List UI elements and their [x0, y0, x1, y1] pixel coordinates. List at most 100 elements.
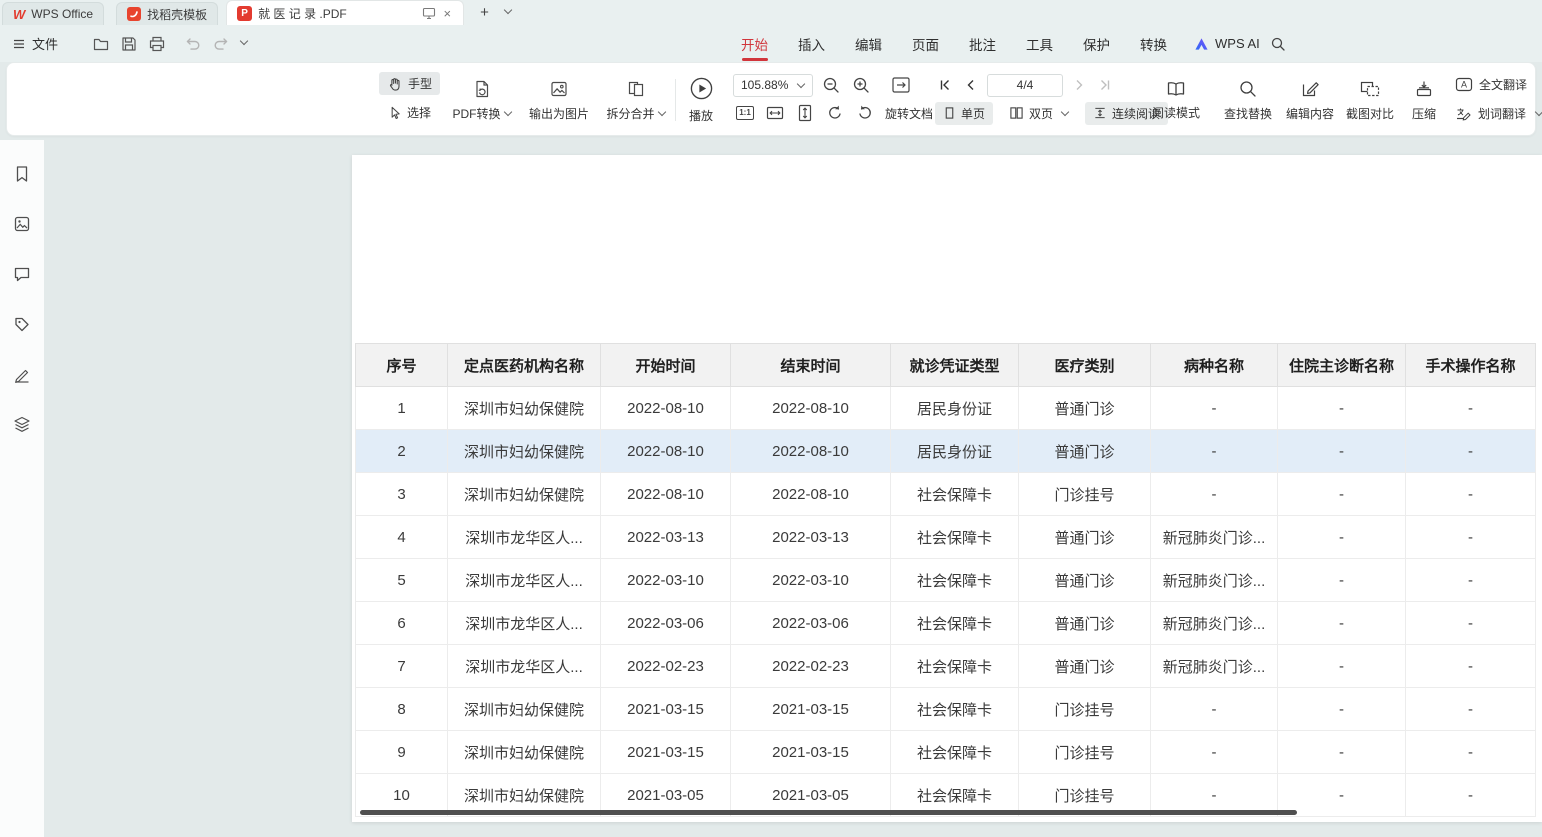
- table-cell: 社会保障卡: [891, 473, 1019, 516]
- full-translation-button[interactable]: A 全文翻译: [1455, 72, 1527, 96]
- table-cell: -: [1278, 516, 1406, 559]
- file-menu-label: 文件: [32, 34, 58, 53]
- table-cell: -: [1406, 387, 1536, 430]
- tab-home[interactable]: 开始: [726, 25, 783, 62]
- table-cell: 2022-08-10: [601, 473, 731, 516]
- wps-ai-button[interactable]: WPS AI: [1194, 25, 1260, 62]
- fit-page-button[interactable]: [793, 101, 817, 125]
- table-cell: 8: [356, 688, 448, 731]
- bookmarks-panel-button[interactable]: [8, 160, 36, 188]
- tab-docer-templates[interactable]: 找稻壳模板: [116, 2, 218, 25]
- wps-ai-label: WPS AI: [1215, 36, 1260, 51]
- fit-width-button[interactable]: [763, 101, 787, 125]
- comments-panel-button[interactable]: [8, 260, 36, 288]
- zoom-out-button[interactable]: [819, 73, 843, 97]
- table-cell: 2022-02-23: [731, 645, 891, 688]
- signature-panel-button[interactable]: [8, 360, 36, 388]
- tags-panel-button[interactable]: [8, 310, 36, 338]
- pdf-convert-button[interactable]: PDF转换: [445, 70, 519, 130]
- table-cell: 2: [356, 430, 448, 473]
- undo-button[interactable]: [180, 31, 206, 57]
- open-file-button[interactable]: [88, 31, 114, 57]
- single-page-button[interactable]: 单页: [935, 102, 993, 125]
- word-translation-button[interactable]: 划词翻译: [1455, 101, 1542, 125]
- tab-edit[interactable]: 编辑: [840, 25, 897, 62]
- rotate-document-button[interactable]: 旋转文档: [883, 102, 935, 125]
- table-cell: 社会保障卡: [891, 688, 1019, 731]
- tab-tools[interactable]: 工具: [1011, 25, 1068, 62]
- layers-panel-button[interactable]: [8, 410, 36, 438]
- table-cell: 2022-03-10: [731, 559, 891, 602]
- monitor-icon[interactable]: [422, 7, 436, 20]
- tab-page[interactable]: 页面: [897, 25, 954, 62]
- last-page-button[interactable]: [1095, 73, 1115, 97]
- thumbnails-panel-button[interactable]: [8, 210, 36, 238]
- screenshot-compare-button[interactable]: 截图对比: [1341, 70, 1399, 130]
- tab-convert[interactable]: 转换: [1125, 25, 1182, 62]
- quick-actions-chevron-icon[interactable]: [240, 38, 248, 46]
- table-cell: -: [1151, 731, 1278, 774]
- full-translation-label: 全文翻译: [1479, 76, 1527, 93]
- select-tool-button[interactable]: 选择: [379, 101, 439, 124]
- tab-protect[interactable]: 保护: [1068, 25, 1125, 62]
- tab-wps-office[interactable]: W WPS Office: [2, 2, 104, 25]
- rotate-left-button[interactable]: [823, 101, 847, 125]
- save-button[interactable]: [116, 31, 142, 57]
- page-number-input[interactable]: 4/4: [987, 74, 1063, 97]
- export-image-button[interactable]: 输出为图片: [519, 70, 599, 130]
- edit-content-button[interactable]: 编辑内容: [1281, 70, 1339, 130]
- last-page-icon: [1098, 78, 1112, 92]
- tab-list-chevron-icon[interactable]: [504, 7, 512, 15]
- zoom-in-button[interactable]: [849, 73, 873, 97]
- tab-document-pdf[interactable]: P 就 医 记 录 .PDF ×: [226, 0, 464, 25]
- table-row: 6深圳市龙华区人...2022-03-062022-03-06社会保障卡普通门诊…: [356, 602, 1536, 645]
- double-page-button[interactable]: 双页: [1001, 102, 1077, 125]
- previous-page-button[interactable]: [961, 73, 981, 97]
- table-body: 1深圳市妇幼保健院2022-08-102022-08-10居民身份证普通门诊--…: [356, 387, 1536, 817]
- play-button[interactable]: 播放: [679, 70, 723, 130]
- screenshot-compare-label: 截图对比: [1346, 105, 1394, 122]
- previous-page-icon: [964, 78, 978, 92]
- split-merge-button[interactable]: 拆分合并: [601, 70, 671, 130]
- export-image-icon: [549, 79, 569, 99]
- reading-mode-button[interactable]: 阅读模式: [1147, 70, 1205, 130]
- table-row: 4深圳市龙华区人...2022-03-132022-03-13社会保障卡普通门诊…: [356, 516, 1536, 559]
- table-cell: 社会保障卡: [891, 602, 1019, 645]
- table-cell: -: [1406, 731, 1536, 774]
- close-tab-icon[interactable]: ×: [442, 7, 454, 20]
- redo-button[interactable]: [208, 31, 234, 57]
- file-menu-button[interactable]: 文件: [0, 25, 70, 62]
- select-tool-label: 选择: [407, 104, 431, 121]
- actual-size-button[interactable]: 1:1: [733, 101, 757, 125]
- horizontal-scrollbar-thumb[interactable]: [360, 810, 1297, 815]
- table-cell: 2022-08-10: [731, 387, 891, 430]
- new-tab-button[interactable]: +: [480, 4, 489, 21]
- chevron-down-icon: [1061, 109, 1069, 117]
- print-button[interactable]: [144, 31, 170, 57]
- hand-tool-button[interactable]: 手型: [379, 72, 440, 95]
- table-cell: 居民身份证: [891, 387, 1019, 430]
- play-icon: [689, 76, 714, 101]
- thumbnail-icon: [13, 215, 31, 233]
- table-row: 7深圳市龙华区人...2022-02-232022-02-23社会保障卡普通门诊…: [356, 645, 1536, 688]
- next-page-button[interactable]: [1069, 73, 1089, 97]
- table-cell: 2022-08-10: [601, 387, 731, 430]
- rotate-right-button[interactable]: [853, 101, 877, 125]
- table-cell: 2022-08-10: [601, 430, 731, 473]
- zoom-level-select[interactable]: 105.88%: [733, 74, 813, 97]
- find-replace-button[interactable]: 查找替换: [1219, 70, 1277, 130]
- tab-comment[interactable]: 批注: [954, 25, 1011, 62]
- menu-search-button[interactable]: [1270, 25, 1286, 62]
- first-page-button[interactable]: [935, 73, 955, 97]
- left-side-rail: [0, 140, 44, 837]
- table-cell: 2022-02-23: [601, 645, 731, 688]
- play-label: 播放: [689, 107, 713, 124]
- open-folder-icon: [92, 35, 110, 53]
- fit-selection-button[interactable]: [889, 73, 913, 97]
- tab-insert[interactable]: 插入: [783, 25, 840, 62]
- table-cell: -: [1406, 774, 1536, 817]
- table-cell: 新冠肺炎门诊...: [1151, 559, 1278, 602]
- double-page-icon: [1009, 106, 1024, 120]
- tab-label: 就 医 记 录 .PDF: [258, 5, 347, 22]
- compress-button[interactable]: 压缩: [1401, 70, 1447, 130]
